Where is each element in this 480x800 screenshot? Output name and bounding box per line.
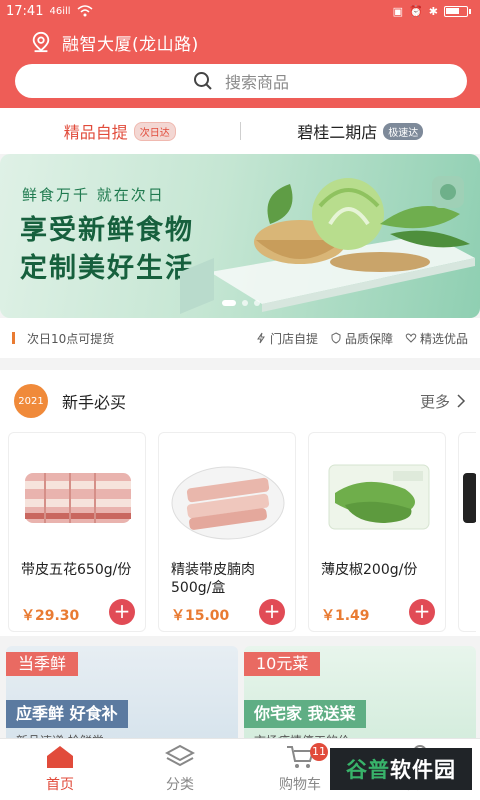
shield-icon [331, 332, 341, 344]
add-to-cart-button[interactable]: + [259, 599, 285, 625]
product-price: ￥1.49 [321, 608, 370, 624]
location-text: 融智大厦(龙山路) [62, 34, 199, 55]
tab-pickup-label: 精品自提 [63, 123, 128, 142]
section-header: 2021 新手必买 更多 [0, 370, 480, 432]
alarm-icon: ⏰ [409, 4, 423, 18]
add-to-cart-button[interactable]: + [109, 599, 135, 625]
store-tabs: 精品自提 次日达 碧桂二期店 极速达 [0, 108, 480, 154]
banner-dot[interactable] [242, 300, 248, 306]
promo-ten-yuan[interactable]: 10元菜 你宅家 我送菜 市场疫情停工的价 [244, 646, 476, 746]
banner-pagination [222, 300, 260, 306]
service-quality-label: 品质保障 [344, 331, 393, 346]
nav-category-label: 分类 [166, 777, 194, 793]
section-title: 新手必买 [62, 393, 127, 412]
heart-icon [405, 333, 417, 343]
layers-icon [165, 744, 195, 767]
more-label: 更多 [419, 392, 450, 411]
nav-home-label: 首页 [46, 777, 74, 793]
section-logo: 2021 [14, 384, 48, 418]
add-to-cart-button[interactable]: + [409, 599, 435, 625]
product-list: 带皮五花650g/份 ￥29.30 + 精装带皮腩肉500g/盒 ￥15.00 … [8, 432, 476, 632]
service-selected-label: 精选优品 [419, 331, 468, 346]
pork-belly-image [25, 473, 131, 523]
pork-slices-image [171, 466, 285, 540]
location-pin-icon [32, 31, 50, 53]
search-icon [193, 72, 212, 90]
app-header: 17:41 46ill ▣ ⏰ ✱ 融智大厦(龙山路) 搜索商品 [0, 0, 480, 108]
battery-icon [444, 5, 471, 17]
bluetooth-icon: ✱ [428, 4, 438, 18]
tab-pickup[interactable]: 精品自提 次日达 [0, 119, 240, 143]
product-card[interactable]: 精装带皮腩肉500g/盒 ￥15.00 + [158, 432, 296, 632]
promo-seasonal[interactable]: 当季鲜 应季鲜 好食补 新品速递 抢鲜尝 [6, 646, 238, 746]
service-quality: 品质保障 [330, 330, 393, 347]
search-input[interactable]: 搜索商品 [15, 64, 467, 98]
product-price: ￥29.30 [21, 608, 80, 624]
status-bar: 17:41 46ill ▣ ⏰ ✱ [0, 0, 480, 22]
more-link[interactable]: 更多 [420, 391, 466, 412]
service-store-pickup-label: 门店自提 [269, 331, 318, 346]
status-time: 17:41 [6, 3, 44, 19]
vegetables-illustration [180, 176, 475, 314]
search-placeholder: 搜索商品 [224, 73, 289, 92]
tab-pickup-badge: 次日达 [133, 121, 176, 141]
product-card[interactable]: 薄皮椒200g/份 ￥1.49 + [308, 432, 446, 632]
home-icon [47, 746, 73, 768]
service-accent-bar [12, 332, 15, 344]
lightning-icon [257, 332, 265, 344]
promo-subtitle: 你宅家 我送菜 [244, 700, 366, 728]
service-row: 次日10点可提货 门店自提 品质保障 精选优品 [0, 318, 480, 358]
product-name: 精装带皮腩肉500g/盒 [171, 562, 255, 596]
signal-text: 46ill [49, 5, 71, 17]
service-store-pickup: 门店自提 [255, 330, 318, 347]
service-selected: 精选优品 [405, 330, 468, 347]
watermark-part-1: 谷普 [346, 758, 390, 782]
location-selector[interactable]: 融智大厦(龙山路) [0, 22, 480, 62]
watermark-part-2: 软件园 [390, 758, 456, 782]
wifi-icon [77, 5, 93, 17]
cart-count-badge: 11 [310, 743, 328, 761]
nav-home[interactable]: 首页 [0, 739, 120, 800]
product-price: ￥15.00 [171, 608, 230, 624]
battery-fill [446, 7, 459, 14]
product-card[interactable]: 带皮五花650g/份 ￥29.30 + [8, 432, 146, 632]
new-user-section: 2021 新手必买 更多 带皮五花650g/份 ￥29.30 + 精装带皮腩肉5… [0, 370, 480, 636]
promo-subtitle: 应季鲜 好食补 [6, 700, 128, 728]
tab-store-badge: 极速达 [383, 122, 424, 140]
partial-product-image [463, 473, 476, 523]
nfc-icon: ▣ [392, 4, 404, 18]
banner-dot[interactable] [222, 300, 236, 306]
promo-tag: 10元菜 [244, 652, 321, 676]
tab-store-label: 碧桂二期店 [297, 123, 378, 142]
product-card-partial[interactable] [458, 432, 476, 632]
tab-store[interactable]: 碧桂二期店 极速达 [241, 119, 480, 143]
promo-banner[interactable]: 鲜食万千 就在次日 享受新鲜食物 定制美好生活 [0, 154, 480, 318]
product-name: 带皮五花650g/份 [21, 562, 132, 578]
watermark-logo: 谷普 软件园 [330, 748, 472, 790]
nav-category[interactable]: 分类 [120, 739, 240, 800]
pickup-time-text: 次日10点可提货 [27, 331, 115, 346]
banner-dot[interactable] [254, 300, 260, 306]
pepper-image [328, 464, 430, 530]
product-name: 薄皮椒200g/份 [321, 562, 418, 578]
nav-cart-label: 购物车 [279, 777, 321, 793]
chevron-right-icon [457, 394, 466, 408]
promo-tag: 当季鲜 [6, 652, 79, 676]
